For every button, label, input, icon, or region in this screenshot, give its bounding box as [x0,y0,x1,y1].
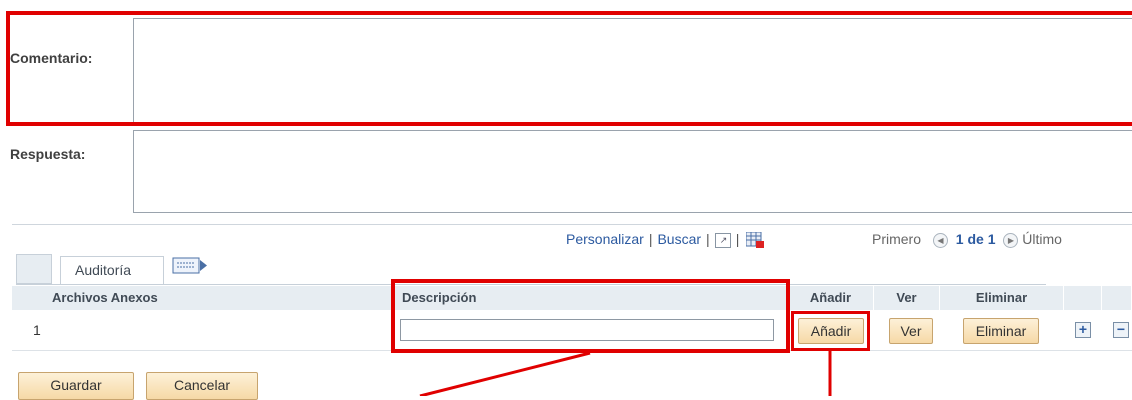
annotation-arrows [419,351,832,396]
